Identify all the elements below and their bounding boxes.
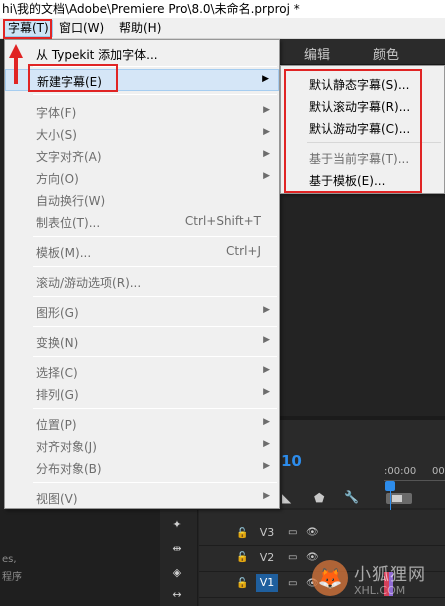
menu-item-arrange[interactable]: 排列(G) ▶ [5, 383, 279, 405]
annotation-arrow-icon [9, 44, 23, 84]
menu-item-typekit[interactable]: 从 Typekit 添加字体... [5, 43, 279, 65]
annotation-box-new-title [28, 64, 118, 92]
window-title: hi\我的文档\Adobe\Premiere Pro\8.0\未命名.prpro… [0, 0, 445, 18]
track-name[interactable]: V3 [256, 524, 278, 542]
sync-lock-icon[interactable]: ▭ [288, 552, 297, 563]
submenu-arrow-icon: ▶ [263, 439, 270, 449]
submenu-arrow-icon: ▶ [263, 417, 270, 427]
track-name[interactable]: V2 [256, 549, 278, 567]
submenu-arrow-icon: ▶ [263, 171, 270, 181]
menu-item-font[interactable]: 字体(F) ▶ [5, 101, 279, 123]
watermark-title: 小狐狸网 [354, 565, 426, 585]
annotation-box-menu [3, 19, 52, 39]
ruler-time-label: 00 [432, 466, 445, 477]
workspace-tabs: 编辑 颜色 [280, 39, 445, 65]
menu-separator [33, 408, 277, 409]
submenu-arrow-icon: ▶ [263, 335, 270, 345]
menu-shortcut: Ctrl+Shift+T [184, 214, 261, 228]
menu-separator [33, 94, 277, 95]
ripple-edit-icon[interactable]: ⇹ [170, 542, 184, 556]
project-panel [0, 510, 160, 606]
menu-item-templates[interactable]: 模板(M)... Ctrl+J [5, 241, 279, 263]
menu-help[interactable]: 帮助(H) [116, 20, 164, 37]
timeline-timecode: 10 [281, 452, 302, 470]
menu-item-word-wrap[interactable]: 自动换行(W) [5, 189, 279, 211]
menu-separator [33, 356, 277, 357]
submenu-arrow-icon: ▶ [262, 74, 269, 84]
submenu-arrow-icon: ▶ [263, 491, 270, 501]
annotation-box-submenu [284, 69, 422, 193]
menu-item-distribute-objects[interactable]: 分布对象(B) ▶ [5, 457, 279, 479]
menu-item-tab-stops[interactable]: 制表位(T)... Ctrl+Shift+T [5, 211, 279, 233]
menu-separator [33, 296, 277, 297]
menu-item-position[interactable]: 位置(P) ▶ [5, 413, 279, 435]
slip-icon[interactable]: ↔ [170, 588, 184, 602]
menu-item-orientation[interactable]: 方向(O) ▶ [5, 167, 279, 189]
eye-icon[interactable]: 👁 [306, 527, 319, 538]
menu-item-roll-crawl[interactable]: 滚动/游动选项(R)... [5, 271, 279, 293]
submenu-arrow-icon: ▶ [263, 461, 270, 471]
marker-icon[interactable]: ⬟ [314, 491, 324, 505]
menu-separator [33, 482, 277, 483]
menu-item-transform[interactable]: 变换(N) ▶ [5, 331, 279, 353]
project-panel-text: 程序 [2, 572, 22, 583]
menu-separator [33, 236, 277, 237]
track-select-icon[interactable]: ✦ [170, 518, 184, 532]
lock-icon[interactable]: 🔓 [236, 528, 248, 539]
title-menu-dropdown: 从 Typekit 添加字体... 新建字幕(E) ▶ 字体(F) ▶ 大小(S… [4, 39, 280, 509]
menu-separator [33, 326, 277, 327]
watermark: 🦊 小狐狸网 XHL.COM [312, 558, 442, 604]
ruler-time-label: :00:00 [384, 466, 417, 477]
sync-lock-icon[interactable]: ▭ [288, 578, 297, 589]
watermark-subtitle: XHL.COM [354, 584, 406, 597]
menu-item-graphic[interactable]: 图形(G) ▶ [5, 301, 279, 323]
timeline-header [280, 416, 445, 508]
submenu-arrow-icon: ▶ [263, 105, 270, 115]
tab-editing[interactable]: 编辑 [304, 44, 330, 63]
lock-icon[interactable]: 🔓 [236, 578, 248, 589]
project-panel-text: es, [2, 554, 17, 565]
menu-shortcut: Ctrl+J [226, 244, 261, 258]
work-area-grip[interactable] [392, 495, 402, 502]
menu-window[interactable]: 窗口(W) [56, 20, 107, 37]
menu-item-view[interactable]: 视图(V) ▶ [5, 487, 279, 509]
submenu-arrow-icon: ▶ [263, 387, 270, 397]
lock-icon[interactable]: 🔓 [236, 552, 248, 563]
playhead-handle[interactable] [385, 481, 395, 491]
submenu-arrow-icon: ▶ [263, 365, 270, 375]
track-name[interactable]: V1 [256, 574, 278, 592]
submenu-arrow-icon: ▶ [263, 305, 270, 315]
menu-item-align-objects[interactable]: 对齐对象(J) ▶ [5, 435, 279, 457]
fox-logo-icon: 🦊 [312, 560, 348, 596]
submenu-arrow-icon: ▶ [263, 127, 270, 137]
wrench-icon[interactable]: 🔧 [344, 490, 359, 504]
submenu-arrow-icon: ▶ [263, 149, 270, 159]
menu-bar: 字幕(T) 窗口(W) 帮助(H) [0, 18, 445, 39]
menu-item-text-align[interactable]: 文字对齐(A) ▶ [5, 145, 279, 167]
tab-color[interactable]: 颜色 [373, 44, 399, 63]
menu-item-select[interactable]: 选择(C) ▶ [5, 361, 279, 383]
razor-icon[interactable]: ◈ [170, 566, 184, 580]
menu-item-size[interactable]: 大小(S) ▶ [5, 123, 279, 145]
snap-icon[interactable]: ◣ [282, 491, 291, 505]
menu-separator [33, 266, 277, 267]
sync-lock-icon[interactable]: ▭ [288, 527, 297, 538]
